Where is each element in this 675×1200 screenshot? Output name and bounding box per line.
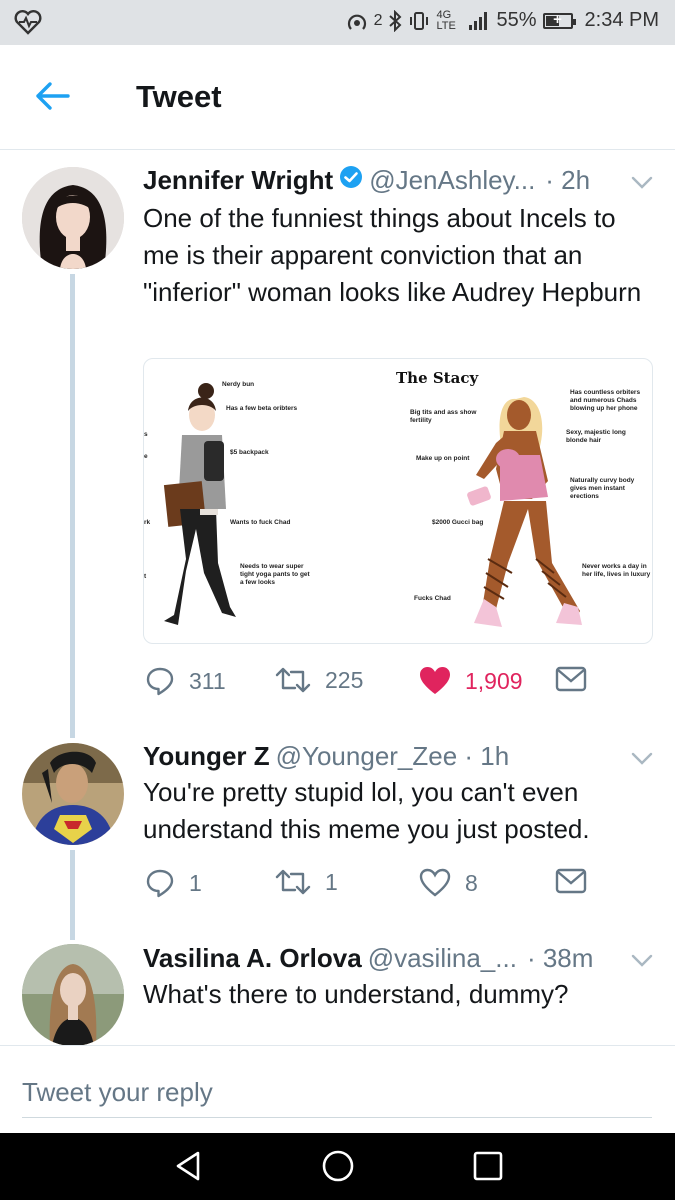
- meme-edge-fragment: s: [144, 431, 148, 438]
- author-name[interactable]: Vasilina A. Orlova: [143, 943, 362, 974]
- tweet-time: · 2h: [545, 165, 591, 195]
- author-handle[interactable]: @JenAshley...: [369, 165, 535, 196]
- meme-label: Naturally curvy body gives men instant e…: [570, 477, 635, 500]
- reply-count: 1: [189, 869, 202, 896]
- meme-label: Nerdy bun: [222, 381, 255, 388]
- meme-label: Big tits and ass show fertility: [410, 409, 477, 424]
- signal-icon: [469, 11, 488, 30]
- avatar[interactable]: [22, 167, 124, 269]
- screen: 2 4G LTE 55% + 2:34 PM Tweet Jennifer Wr…: [0, 0, 675, 1200]
- system-nav-bar: [0, 1133, 675, 1200]
- tweet-text: One of the funniest things about Incels …: [143, 203, 642, 307]
- reply-count: 311: [189, 667, 226, 694]
- avatar[interactable]: [22, 944, 124, 1046]
- meme-edge-fragment: e: [144, 453, 148, 460]
- meme-label: Has a few beta oribters: [226, 405, 298, 412]
- tweet-actions: 311 225 1,909: [143, 666, 603, 700]
- tweet-time: · 38m: [526, 943, 594, 973]
- bluetooth-icon: [389, 9, 402, 32]
- system-indicators: 2 4G LTE 55% + 2:34 PM: [346, 9, 659, 32]
- heart-outline-icon: [419, 868, 451, 897]
- thread-line: [70, 850, 75, 940]
- meme-label: Needs to wear super tight yoga pants to …: [240, 563, 310, 586]
- meme-label: Make up on point: [416, 455, 470, 462]
- reply-icon: [146, 869, 174, 898]
- tweet-header: Jennifer Wright @JenAshley... · 2h: [143, 165, 590, 196]
- meme-title: The Stacy: [396, 369, 479, 387]
- heart-monitor-icon: [14, 10, 42, 35]
- verified-badge-icon: [340, 166, 363, 188]
- chevron-down-icon[interactable]: [631, 176, 653, 190]
- tweet-actions: 1 1 8: [143, 868, 603, 902]
- tweet-text: You're pretty stupid lol, you can't even…: [143, 777, 590, 844]
- retweet-button[interactable]: 225: [275, 666, 363, 694]
- avatar-portrait: [22, 167, 124, 269]
- thread-line: [70, 274, 75, 738]
- network-type: 4G LTE: [436, 8, 456, 32]
- heart-filled-icon: [420, 667, 450, 694]
- meme-label: $2000 Gucci bag: [432, 519, 484, 526]
- home-circle-icon[interactable]: [320, 1148, 356, 1184]
- share-button[interactable]: [555, 666, 587, 692]
- share-button[interactable]: [555, 868, 587, 894]
- like-count: 1,909: [465, 667, 523, 694]
- like-count: 8: [465, 869, 478, 896]
- avatar[interactable]: [22, 743, 124, 845]
- author-name[interactable]: Jennifer Wright: [143, 165, 333, 196]
- envelope-icon: [555, 666, 587, 692]
- author-handle[interactable]: @vasilina_...: [368, 943, 517, 974]
- avatar-portrait: [22, 944, 124, 1046]
- retweet-count: 1: [325, 868, 338, 895]
- reply-composer: [0, 1045, 675, 1133]
- back-arrow-icon[interactable]: [32, 79, 72, 113]
- meme-edge-fragment: rk: [144, 519, 151, 526]
- hotspot-count: 2: [373, 11, 383, 29]
- tweet-text: What's there to understand, dummy?: [143, 979, 569, 1009]
- clock: 2:34 PM: [584, 9, 659, 31]
- meme-label: Never works a day in her life, lives in …: [582, 563, 651, 578]
- meme-edge-fragment: t: [144, 573, 147, 580]
- reply-icon: [146, 667, 174, 696]
- retweet-count: 225: [325, 666, 364, 693]
- meme-label: Fucks Chad: [414, 595, 451, 602]
- like-button[interactable]: 8: [419, 868, 478, 898]
- page-title: Tweet: [136, 79, 222, 114]
- author-name[interactable]: Younger Z: [143, 741, 270, 772]
- chevron-down-icon[interactable]: [631, 752, 653, 766]
- retweet-icon: [275, 667, 311, 693]
- retweet-icon: [275, 869, 311, 895]
- reply-input[interactable]: [22, 1068, 652, 1118]
- battery-percent: 55%: [496, 9, 537, 31]
- tweet-header: Vasilina A. Orlova @vasilina_... · 38m: [143, 943, 593, 974]
- envelope-icon: [555, 868, 587, 894]
- back-triangle-icon[interactable]: [170, 1148, 206, 1184]
- chevron-down-icon[interactable]: [631, 954, 653, 968]
- battery-icon: +: [542, 11, 576, 29]
- tweet-media-image[interactable]: The Stacy Nerdy bun Has a few beta oribt…: [143, 358, 653, 644]
- vibrate-icon: [410, 11, 429, 30]
- status-bar: 2 4G LTE 55% + 2:34 PM: [0, 0, 675, 45]
- reply-button[interactable]: 1: [145, 868, 202, 898]
- tweet-header: Younger Z @Younger_Zee · 1h: [143, 741, 509, 772]
- retweet-button[interactable]: 1: [275, 868, 338, 896]
- avatar-portrait: [22, 743, 124, 845]
- author-handle[interactable]: @Younger_Zee · 1h: [276, 741, 510, 772]
- recents-square-icon[interactable]: [470, 1148, 506, 1184]
- reply-button[interactable]: 311: [145, 666, 226, 696]
- like-button[interactable]: 1,909: [419, 666, 523, 696]
- meme-label: Sexy, majestic long blonde hair: [566, 429, 626, 444]
- meme-label: $5 backpack: [230, 449, 269, 456]
- hotspot-icon: [347, 14, 366, 30]
- meme-label: Wants to fuck Chad: [230, 519, 291, 526]
- meme-label: Has countless orbiters and numerous Chad…: [570, 389, 641, 412]
- app-header: Tweet: [0, 45, 675, 150]
